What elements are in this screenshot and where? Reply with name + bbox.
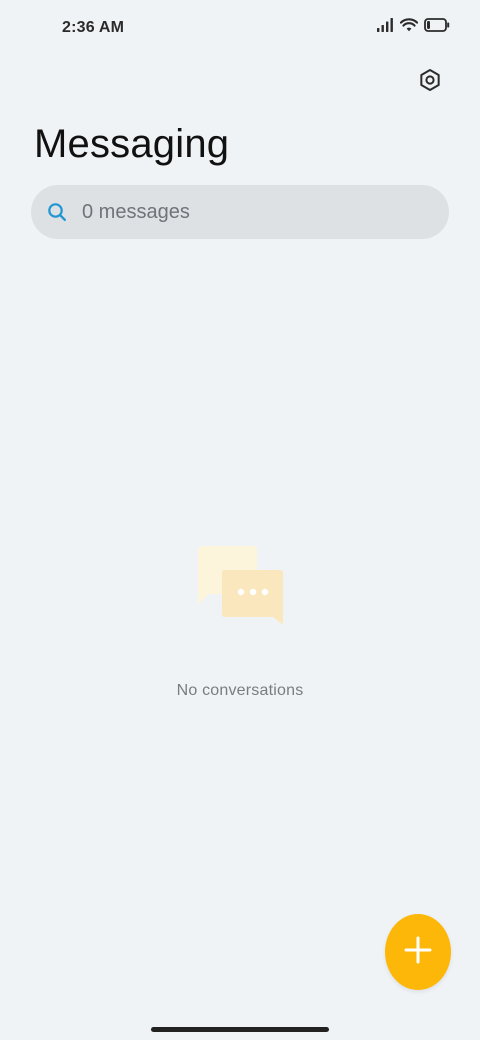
search-input[interactable]: 0 messages — [31, 185, 449, 239]
battery-icon — [424, 18, 450, 32]
new-conversation-button[interactable] — [385, 914, 451, 990]
search-icon — [46, 201, 68, 223]
status-icons — [376, 18, 450, 32]
home-indicator[interactable] — [151, 1027, 329, 1032]
empty-state-text: No conversations — [176, 682, 304, 699]
status-bar: 2:36 AM — [0, 0, 480, 56]
settings-button[interactable] — [412, 64, 448, 100]
search-placeholder: 0 messages — [82, 200, 190, 223]
messaging-screen: 2:36 AM Messaging 0 messages No conversa… — [0, 0, 480, 1040]
settings-icon — [418, 68, 442, 97]
wifi-icon — [400, 18, 418, 32]
signal-icon — [376, 18, 394, 32]
chat-bubbles-icon — [195, 545, 287, 627]
page-title: Messaging — [34, 122, 230, 166]
status-time: 2:36 AM — [62, 19, 125, 36]
plus-icon — [403, 935, 433, 970]
